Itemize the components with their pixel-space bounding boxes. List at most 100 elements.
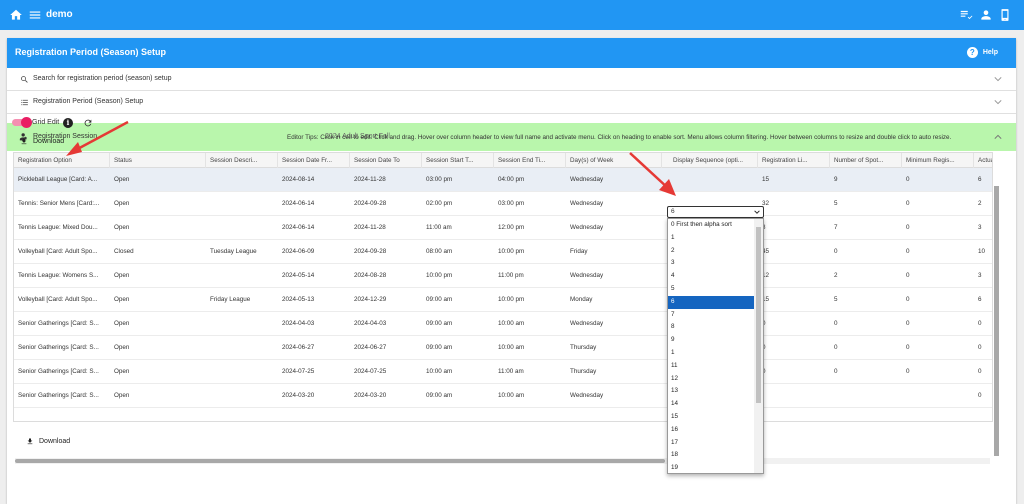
dropdown-option[interactable]: 4 bbox=[668, 270, 754, 283]
col-header-minimum-registration[interactable]: Minimum Regis... bbox=[902, 153, 974, 168]
cell-session-description[interactable] bbox=[206, 264, 278, 288]
cell-registration-option[interactable]: Senior Gatherings [Card: S... bbox=[14, 384, 110, 408]
cell-number-of-spots[interactable]: 9 bbox=[830, 168, 902, 192]
cell-registration-option[interactable]: Senior Gatherings [Card: S... bbox=[14, 312, 110, 336]
cell-session-end-time[interactable]: 10:00 am bbox=[494, 336, 566, 360]
table-row[interactable]: Senior Gatherings [Card: S... Open 2024-06… bbox=[14, 336, 992, 360]
dropdown-option[interactable]: 7 bbox=[668, 309, 754, 322]
table-row[interactable]: Volleyball [Card: Adult Spo... Open Friday… bbox=[14, 288, 992, 312]
dropdown-option[interactable]: 11 bbox=[668, 360, 754, 373]
cell-session-end-time[interactable]: 11:00 pm bbox=[494, 264, 566, 288]
cell-number-of-spots[interactable]: 2 bbox=[830, 264, 902, 288]
cell-session-description[interactable] bbox=[206, 168, 278, 192]
cell-session-date-to[interactable]: 2024-11-28 bbox=[350, 216, 422, 240]
cell-session-date-from[interactable]: 2024-08-14 bbox=[278, 168, 350, 192]
cell-number-of-spots[interactable] bbox=[830, 384, 902, 408]
table-row[interactable]: Tennis League: Womens S... Open 2024-05-14… bbox=[14, 264, 992, 288]
cell-minimum-registration[interactable]: 0 bbox=[902, 288, 974, 312]
cell-session-description[interactable] bbox=[206, 192, 278, 216]
cell-session-end-time[interactable]: 10:00 am bbox=[494, 312, 566, 336]
cell-number-of-spots[interactable]: 7 bbox=[830, 216, 902, 240]
grid-vertical-scroll-thumb[interactable] bbox=[994, 186, 999, 456]
cell-session-start-time[interactable]: 09:00 am bbox=[422, 288, 494, 312]
cell-days-of-week[interactable]: Thursday bbox=[566, 336, 662, 360]
list-check-icon[interactable] bbox=[959, 8, 973, 22]
cell-session-date-from[interactable]: 2024-06-14 bbox=[278, 192, 350, 216]
dropdown-scroll-thumb[interactable] bbox=[756, 227, 761, 403]
cell-status[interactable]: Open bbox=[110, 264, 206, 288]
account-icon[interactable] bbox=[979, 8, 993, 22]
cell-registration-limit[interactable]: 8 bbox=[758, 216, 830, 240]
cell-session-start-time[interactable]: 09:00 am bbox=[422, 336, 494, 360]
cell-number-of-spots[interactable]: 5 bbox=[830, 288, 902, 312]
cell-session-date-to[interactable]: 2024-03-20 bbox=[350, 384, 422, 408]
cell-registration-option[interactable]: Tennis League: Mixed Dou... bbox=[14, 216, 110, 240]
cell-registration-option[interactable]: Volleyball [Card: Adult Spo... bbox=[14, 240, 110, 264]
cell-registration-option[interactable]: Senior Gatherings [Card: S... bbox=[14, 360, 110, 384]
cell-session-date-to[interactable]: 2024-07-25 bbox=[350, 360, 422, 384]
cell-minimum-registration[interactable]: 0 bbox=[902, 216, 974, 240]
cell-registration-option[interactable]: Senior Gatherings [Card: S... bbox=[14, 336, 110, 360]
grid-horizontal-scrollbar[interactable] bbox=[15, 458, 990, 464]
cell-number-of-spots[interactable]: 5 bbox=[830, 192, 902, 216]
cell-session-end-time[interactable]: 03:00 pm bbox=[494, 192, 566, 216]
cell-days-of-week[interactable]: Wednesday bbox=[566, 312, 662, 336]
cell-minimum-registration[interactable]: 0 bbox=[902, 264, 974, 288]
cell-registration-option[interactable]: Tennis: Senior Mens [Card:... bbox=[14, 192, 110, 216]
cell-session-description[interactable] bbox=[206, 312, 278, 336]
download-button-top[interactable]: Download bbox=[20, 137, 64, 146]
cell-registration-option[interactable]: Pickleball League [Card: A... bbox=[14, 168, 110, 192]
download-button-bottom[interactable]: Download bbox=[26, 437, 70, 446]
table-row[interactable]: Senior Gatherings [Card: S... Open 2024-03… bbox=[14, 384, 992, 408]
cell-registration-limit[interactable]: 12 bbox=[758, 264, 830, 288]
cell-registration-option[interactable]: Volleyball [Card: Adult Spo... bbox=[14, 288, 110, 312]
cell-status[interactable]: Open bbox=[110, 192, 206, 216]
table-row[interactable]: Senior Gatherings [Card: S... Open 2024-07… bbox=[14, 360, 992, 384]
dropdown-option[interactable]: 14 bbox=[668, 398, 754, 411]
col-header-number-of-spots[interactable]: Number of Spot... bbox=[830, 153, 902, 168]
cell-number-of-spots[interactable]: 0 bbox=[830, 240, 902, 264]
table-row[interactable]: Pickleball League [Card: A... Open 2024-08… bbox=[14, 168, 992, 192]
cell-session-description[interactable] bbox=[206, 216, 278, 240]
cell-minimum-registration[interactable]: 0 bbox=[902, 192, 974, 216]
cell-session-date-from[interactable]: 2024-03-20 bbox=[278, 384, 350, 408]
phone-icon[interactable] bbox=[998, 8, 1012, 22]
cell-status[interactable]: Open bbox=[110, 312, 206, 336]
dropdown-option[interactable]: 1 bbox=[668, 232, 754, 245]
cell-registration-limit[interactable]: 45 bbox=[758, 240, 830, 264]
cell-session-description[interactable] bbox=[206, 360, 278, 384]
cell-status[interactable]: Open bbox=[110, 288, 206, 312]
cell-session-start-time[interactable]: 11:00 am bbox=[422, 216, 494, 240]
col-header-session-start-time[interactable]: Session Start T... bbox=[422, 153, 494, 168]
cell-session-start-time[interactable]: 09:00 am bbox=[422, 384, 494, 408]
cell-session-start-time[interactable]: 02:00 pm bbox=[422, 192, 494, 216]
cell-session-date-from[interactable]: 2024-06-27 bbox=[278, 336, 350, 360]
cell-session-date-from[interactable]: 2024-05-14 bbox=[278, 264, 350, 288]
dropdown-option[interactable]: 15 bbox=[668, 411, 754, 424]
cell-session-description[interactable]: Tuesday League bbox=[206, 240, 278, 264]
cell-registration-limit[interactable] bbox=[758, 384, 830, 408]
cell-session-date-from[interactable]: 2024-04-03 bbox=[278, 312, 350, 336]
cell-session-date-from[interactable]: 2024-07-25 bbox=[278, 360, 350, 384]
cell-registration-limit[interactable]: 0 bbox=[758, 312, 830, 336]
cell-session-date-to[interactable]: 2024-08-28 bbox=[350, 264, 422, 288]
cell-session-description[interactable] bbox=[206, 336, 278, 360]
cell-session-date-to[interactable]: 2024-11-28 bbox=[350, 168, 422, 192]
cell-session-date-from[interactable]: 2024-06-14 bbox=[278, 216, 350, 240]
table-row[interactable]: Tennis League: Mixed Dou... Open 2024-06-1… bbox=[14, 216, 992, 240]
cell-session-end-time[interactable]: 10:00 pm bbox=[494, 240, 566, 264]
dropdown-option[interactable]: 1 bbox=[668, 347, 754, 360]
cell-minimum-registration[interactable]: 0 bbox=[902, 360, 974, 384]
cell-status[interactable]: Open bbox=[110, 360, 206, 384]
dropdown-option[interactable]: 18 bbox=[668, 449, 754, 462]
cell-minimum-registration[interactable] bbox=[902, 384, 974, 408]
cell-session-date-from[interactable]: 2024-05-13 bbox=[278, 288, 350, 312]
cell-session-date-to[interactable]: 2024-09-28 bbox=[350, 192, 422, 216]
cell-status[interactable]: Closed bbox=[110, 240, 206, 264]
cell-session-start-time[interactable]: 08:00 am bbox=[422, 240, 494, 264]
cell-number-of-spots[interactable]: 0 bbox=[830, 336, 902, 360]
col-header-session-description[interactable]: Session Descri... bbox=[206, 153, 278, 168]
dropdown-option[interactable]: 0 First then alpha sort bbox=[668, 219, 754, 232]
cell-session-start-time[interactable]: 09:00 am bbox=[422, 312, 494, 336]
dropdown-option[interactable]: 5 bbox=[668, 283, 754, 296]
